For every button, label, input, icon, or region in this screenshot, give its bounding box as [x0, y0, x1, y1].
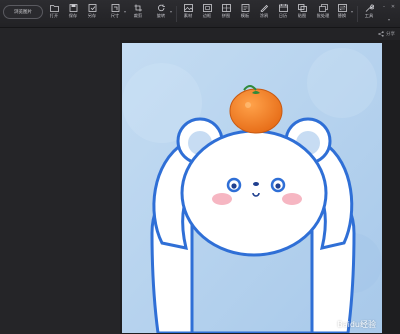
replace-dropdown-caret[interactable]: ▾ [351, 10, 355, 14]
batch-icon [318, 4, 328, 12]
share-icon [378, 31, 384, 37]
calendar-icon [278, 4, 288, 12]
resize-dropdown-caret[interactable]: ▾ [124, 10, 128, 14]
open-button[interactable]: 打开 [45, 3, 63, 25]
frame-label: 边框 [202, 13, 212, 18]
wrench-icon [365, 4, 374, 12]
rotate-label: 旋转 [156, 13, 166, 18]
rotate-button[interactable]: 旋转 [152, 3, 170, 25]
save-as-label: 另存 [87, 13, 97, 18]
crop-label: 裁剪 [133, 13, 143, 18]
template-label: 模板 [240, 13, 250, 18]
template-button[interactable]: 模板 [236, 3, 254, 25]
save-label: 保存 [68, 13, 78, 18]
resize-icon [111, 4, 119, 12]
bear-left-cheek [212, 193, 232, 205]
tools-button[interactable]: 工具 [360, 3, 378, 25]
photo-canvas[interactable]: Baidu经验 [122, 43, 382, 333]
bear-nose [253, 182, 259, 186]
toolbar: 浏览图片 打开 保存 另存 尺寸 ▾ 裁剪 旋转 ▾ 素材 边框 拼图 模板 涂… [0, 0, 400, 28]
save-as-icon [88, 4, 96, 12]
close-icon[interactable]: ✕ [390, 4, 396, 10]
toolbar-divider [176, 6, 177, 22]
more-caret[interactable]: ▾ [388, 18, 392, 22]
replace-button[interactable]: 替换 [333, 3, 351, 25]
template-icon [241, 4, 249, 12]
watermark: Baidu经验 [326, 319, 376, 330]
share-button[interactable]: 分享 [378, 31, 395, 37]
paste-button[interactable]: 贴图 [293, 3, 311, 25]
sticker-icon [183, 4, 193, 12]
collage-label: 拼图 [221, 13, 231, 18]
doodle-icon [259, 4, 268, 12]
collage-button[interactable]: 拼图 [217, 3, 235, 25]
sidebar-panel [0, 28, 120, 334]
batch-button[interactable]: 批处理 [313, 3, 333, 25]
replace-label: 替换 [337, 13, 347, 18]
window-controls: – ✕ [381, 4, 396, 10]
resize-button[interactable]: 尺寸 [106, 3, 124, 25]
paw-icon [326, 320, 336, 329]
open-label: 打开 [49, 13, 59, 18]
save-icon [69, 4, 77, 12]
save-button[interactable]: 保存 [64, 3, 82, 25]
sticker-button[interactable]: 素材 [179, 3, 197, 25]
resize-label: 尺寸 [110, 13, 120, 18]
frame-button[interactable]: 边框 [198, 3, 216, 25]
collage-icon [221, 4, 231, 12]
paste-label: 贴图 [297, 13, 307, 18]
paste-icon [297, 4, 307, 12]
toolbar-divider [357, 6, 358, 22]
tools-label: 工具 [364, 13, 374, 18]
crop-icon [134, 4, 142, 12]
watermark-text: Baidu经验 [337, 320, 376, 329]
crop-button[interactable]: 裁剪 [129, 3, 147, 25]
doodle-label: 涂鸦 [259, 13, 269, 18]
calendar-label: 日历 [278, 13, 288, 18]
minimize-icon[interactable]: – [381, 4, 387, 10]
rotate-icon [157, 4, 165, 12]
frame-icon [202, 4, 212, 12]
share-label: 分享 [386, 32, 395, 37]
batch-label: 批处理 [316, 13, 330, 18]
bear-illustration [122, 43, 382, 333]
rotate-dropdown-caret[interactable]: ▾ [170, 10, 174, 14]
app-window: 浏览图片 打开 保存 另存 尺寸 ▾ 裁剪 旋转 ▾ 素材 边框 拼图 模板 涂… [0, 0, 400, 334]
save-as-button[interactable]: 另存 [83, 3, 101, 25]
folder-icon [49, 5, 59, 12]
browse-images-button[interactable]: 浏览图片 [3, 5, 43, 19]
bear-right-cheek [282, 193, 302, 205]
calendar-button[interactable]: 日历 [274, 3, 292, 25]
replace-icon [337, 4, 347, 12]
tangerine [229, 88, 283, 134]
sticker-label: 素材 [183, 13, 193, 18]
doodle-button[interactable]: 涂鸦 [255, 3, 273, 25]
bear-head [180, 129, 328, 257]
